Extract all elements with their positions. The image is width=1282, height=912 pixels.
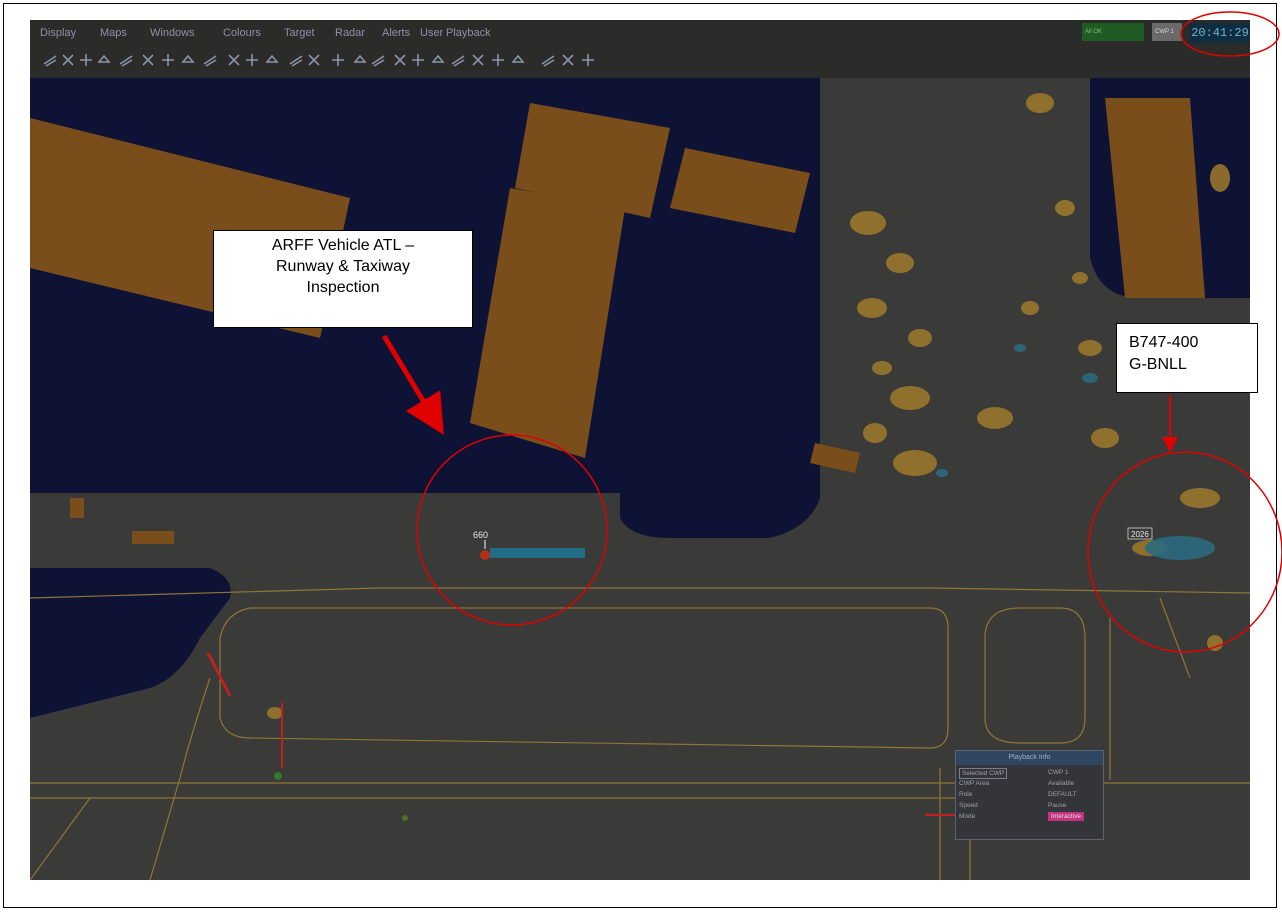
vehicle-symbol[interactable]	[480, 550, 490, 560]
range-icon[interactable]	[264, 52, 280, 68]
menu-colours[interactable]: Colours	[223, 20, 261, 46]
menu-playback[interactable]: Playback	[446, 20, 491, 46]
zoom-icon[interactable]	[288, 52, 304, 68]
arff-callout-line: Runway & Taxiway	[276, 258, 410, 275]
runway-icon[interactable]	[42, 52, 58, 68]
menu-display[interactable]: Display	[40, 20, 76, 46]
aircraft-track[interactable]: 2026	[1127, 527, 1153, 540]
playback-row-value[interactable]: CWP 1	[1048, 768, 1068, 777]
vehicle-trail	[490, 548, 585, 558]
playback-row-value[interactable]: Pause	[1048, 801, 1066, 810]
playback-info-title: Playback Info	[956, 751, 1103, 765]
menu-alerts[interactable]: Alerts	[382, 20, 410, 46]
menu-bar: Display Maps Windows Colours Target Rada…	[30, 20, 1250, 46]
map-layer-icon[interactable]	[118, 52, 134, 68]
cwp-indicator: CWP 1	[1152, 23, 1182, 41]
people-icon[interactable]	[510, 52, 526, 68]
green-light	[402, 815, 408, 821]
arrow-icon[interactable]	[540, 52, 556, 68]
aircraft-label[interactable]: 2026	[1131, 530, 1149, 539]
radar-display-window: Display Maps Windows Colours Target Rada…	[30, 20, 1250, 880]
target-icon[interactable]	[470, 52, 486, 68]
green-light	[274, 772, 282, 780]
check-icon[interactable]	[410, 52, 426, 68]
playback-row-label: CWP Area	[959, 780, 990, 787]
playback-mode-value[interactable]: Interactive	[1048, 812, 1084, 821]
playback-row-label: Role	[959, 791, 973, 798]
playback-row-label: Selected CWP	[959, 768, 1008, 779]
track-icon[interactable]	[202, 52, 218, 68]
flag-icon[interactable]	[560, 52, 576, 68]
b747-callout-line: B747-400	[1129, 334, 1199, 351]
stand-building	[70, 498, 84, 518]
arff-callout-box: ARFF Vehicle ATL – Runway & Taxiway Insp…	[213, 230, 473, 328]
menu-radar[interactable]: Radar	[335, 20, 365, 46]
arff-callout-line: ARFF Vehicle ATL –	[271, 237, 415, 254]
playback-row-label: Speed	[959, 802, 978, 809]
vehicle-icon[interactable]	[140, 52, 156, 68]
rotate-icon[interactable]	[330, 52, 346, 68]
label-icon[interactable]	[180, 52, 196, 68]
playback-info-window[interactable]: Playback Info Selected CWP CWP 1 CWP Are…	[955, 750, 1104, 840]
playback-row-value: Available	[1048, 780, 1075, 787]
lock-icon[interactable]	[430, 52, 446, 68]
menu-target[interactable]: Target	[284, 20, 315, 46]
route-icon[interactable]	[392, 52, 408, 68]
arff-callout-line: Inspection	[306, 279, 380, 296]
person-icon[interactable]	[490, 52, 506, 68]
vehicle-alt-icon[interactable]	[160, 52, 176, 68]
status-ok-indicator: All OK	[1082, 23, 1144, 41]
b747-callout-box: B747-400 G-BNLL	[1116, 323, 1258, 393]
menu-user[interactable]: User	[420, 20, 443, 46]
measure-icon[interactable]	[352, 52, 368, 68]
menu-windows[interactable]: Windows	[150, 20, 195, 46]
pointer-icon[interactable]	[450, 52, 466, 68]
stand-building	[132, 531, 174, 544]
b747-callout-line: G-BNLL	[1129, 356, 1187, 373]
menu-maps[interactable]: Maps	[100, 20, 127, 46]
bearing-icon[interactable]	[370, 52, 386, 68]
globe-icon[interactable]	[306, 52, 322, 68]
vehicle-label[interactable]: 660	[473, 530, 488, 540]
toolbar	[30, 46, 1250, 79]
filter-icon[interactable]	[244, 52, 260, 68]
flag-alt-icon[interactable]	[580, 52, 596, 68]
clock-display: 20:41:29	[1190, 23, 1250, 43]
history-icon[interactable]	[226, 52, 242, 68]
aircraft-icon[interactable]	[96, 52, 112, 68]
taxiway-icon[interactable]	[78, 52, 94, 68]
scale-icon[interactable]	[60, 52, 76, 68]
playback-row-value: DEFAULT	[1048, 791, 1077, 798]
playback-row-label: Mode	[959, 813, 976, 820]
